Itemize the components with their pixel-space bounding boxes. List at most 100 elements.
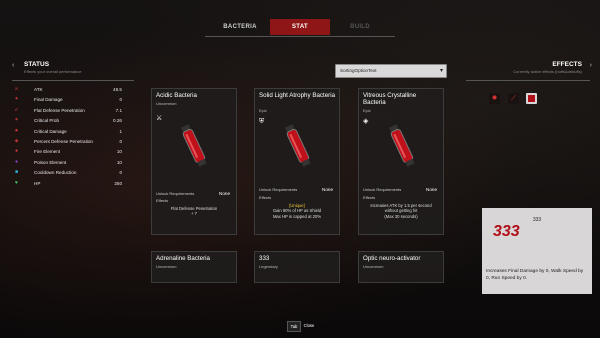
effects-label: Effects [259, 195, 272, 200]
stat-value: 250 [114, 180, 122, 186]
bacteria-card[interactable]: Solid Light Atrophy Bacteria Epic ⛨ Unlo… [254, 88, 340, 235]
stat-row-atk: ⚔ ATK 48.5 [12, 86, 122, 96]
card-rarity: Legendary [259, 264, 278, 269]
stat-row-hp: ♥ HP 250 [12, 180, 122, 190]
stat-value: 7.1 [115, 107, 122, 113]
card-name: Solid Light Atrophy Bacteria [259, 92, 336, 99]
effect-detail-badge: 333 [493, 223, 520, 240]
card-rarity: Epic [259, 108, 267, 113]
top-tabs: BACTERIA STAT BUILD [210, 19, 390, 35]
desc-line: (Max 30 seconds) [384, 213, 418, 219]
stat-label: Fire Element [34, 149, 61, 155]
stat-label: Critical Damage [34, 128, 67, 134]
collapse-chevron-icon[interactable]: › [590, 62, 592, 69]
tab-stat[interactable]: STAT [270, 19, 330, 35]
chevron-down-icon: ▾ [439, 68, 443, 74]
stat-value: 0 [119, 97, 122, 103]
status-subtitle: Effects your overall performance [24, 69, 82, 74]
card-effect-description: Increases ATK by 1.5 per second without … [363, 203, 439, 219]
stat-label: Poison Element [34, 159, 67, 165]
card-rarity: Uncommon [156, 101, 177, 106]
status-title: STATUS [24, 61, 50, 68]
critical-icon: ✶ [14, 117, 19, 124]
slash-icon[interactable]: ⟋ [508, 93, 519, 104]
unlock-requirements-value: None [322, 187, 333, 192]
bacteria-vial-icon [389, 124, 415, 167]
stat-value: 10 [116, 149, 122, 155]
card-name: Acidic Bacteria [156, 92, 197, 99]
stat-label: Cooldown Reduction [34, 170, 77, 176]
stat-value: 0 [119, 138, 122, 144]
unlock-requirements-label: Unlock Requirements [259, 187, 298, 192]
stat-row-critical-damage: ✷ Critical Damage 1 [12, 128, 122, 138]
unlock-requirements-label: Unlock Requirements [156, 191, 195, 196]
sword-icon: ⚔ [14, 86, 19, 92]
sword-icon: ⚔ [156, 115, 163, 122]
effect-detail-description: Increases Final Damage by 0, Walk Speed … [486, 269, 584, 281]
effects-label: Effects [156, 198, 169, 203]
crystal-icon: ◈ [363, 118, 369, 125]
stat-row-flat-penetration: ➶ Flat Defense Penetration 7.1 [12, 107, 122, 117]
card-effect-description: Flat Defense Penetration + 7 [156, 206, 232, 217]
card-name: Vitreous Crystalline Bacteria [363, 92, 417, 106]
card-name: 333 [259, 255, 270, 262]
333-badge-icon[interactable] [526, 93, 537, 104]
penetration-icon: ➶ [14, 106, 19, 113]
card-name: Adrenaline Bacteria [156, 255, 211, 262]
stat-row-poison: ● Poison Element 10 [12, 159, 122, 169]
tabs-divider [205, 36, 395, 37]
bacteria-vial-icon [285, 124, 311, 167]
final-damage-icon: ✦ [14, 96, 19, 103]
effects-panel-header: › EFFECTS Currently active effects (buff… [482, 61, 592, 74]
stat-row-percent-penetration: ◈ Percent Defense Penetration 0 [12, 138, 122, 148]
stat-label: HP [34, 180, 41, 186]
cooldown-icon: ■ [14, 169, 19, 176]
bacteria-card[interactable]: Optic neuro-activator Uncommon [358, 251, 444, 283]
stat-value: 1 [119, 128, 122, 134]
desc-line: Max HP is capped at 20% [272, 213, 322, 219]
card-effect-description: [Unique] Gain 80% of HP as Shield Max HP… [259, 203, 335, 219]
stat-label: ATK [34, 87, 43, 92]
critical-damage-icon: ✷ [14, 127, 19, 134]
effects-title: EFFECTS [552, 61, 582, 68]
percent-penetration-icon: ◈ [14, 137, 19, 144]
collapse-chevron-icon[interactable]: ‹ [12, 62, 14, 69]
close-button[interactable]: Close [302, 321, 316, 330]
bacteria-card[interactable]: 333 Legendary [254, 251, 340, 283]
stat-row-fire: ● Fire Element 10 [12, 148, 122, 158]
effects-subtitle: Currently active effects (buffs&debuffs) [513, 69, 582, 74]
effect-detail-card: 333 333 Increases Final Damage by 0, Wal… [482, 208, 592, 294]
bacteria-card[interactable]: Acidic Bacteria Uncommon ⚔ Unlock Requir… [151, 88, 237, 235]
card-rarity: Epic [363, 108, 371, 113]
unlock-requirements-value: None [426, 187, 437, 192]
heart-icon: ♥ [15, 179, 18, 186]
sort-dropdown[interactable]: SortingOptionText ▾ [335, 64, 447, 78]
tab-bacteria[interactable]: BACTERIA [210, 19, 270, 35]
bacteria-card[interactable]: Adrenaline Bacteria Uncommon [151, 251, 237, 283]
fire-icon: ● [14, 148, 19, 155]
unlock-requirements-label: Unlock Requirements [363, 187, 402, 192]
stat-label: Critical Prob [34, 118, 60, 124]
stat-row-final-damage: ✦ Final Damage 0 [12, 96, 122, 106]
stat-row-cooldown: ■ Cooldown Reduction 0 [12, 169, 122, 179]
card-rarity: Uncommon [363, 264, 384, 269]
bacteria-card[interactable]: Vitreous Crystalline Bacteria Epic ◈ Unl… [358, 88, 444, 235]
stat-label: Percent Defense Penetration [34, 138, 93, 144]
stat-value: 0.26 [113, 118, 122, 124]
stat-list: ⚔ ATK 48.5 ✦ Final Damage 0 ➶ Flat Defense Pe… [12, 86, 122, 190]
shield-icon: ⛨ [259, 118, 265, 125]
card-name: Optic neuro-activator [363, 255, 421, 262]
stat-value: 10 [116, 159, 122, 165]
stat-label: Final Damage [34, 97, 63, 103]
stat-label: Flat Defense Penetration [34, 107, 85, 113]
status-panel-header: ‹ STATUS Effects your overall performanc… [12, 61, 136, 74]
bacteria-vial-icon [181, 124, 207, 167]
stat-row-critical-prob: ✶ Critical Prob 0.26 [12, 117, 122, 127]
effects-label: Effects [363, 195, 376, 200]
card-rarity: Uncommon [156, 264, 177, 269]
flame-skull-icon[interactable]: ✹ [489, 93, 500, 104]
tab-key-hint[interactable]: Tab [287, 321, 301, 332]
status-divider [12, 80, 134, 81]
desc-line: + 7 [191, 211, 197, 217]
tab-build[interactable]: BUILD [330, 19, 390, 35]
